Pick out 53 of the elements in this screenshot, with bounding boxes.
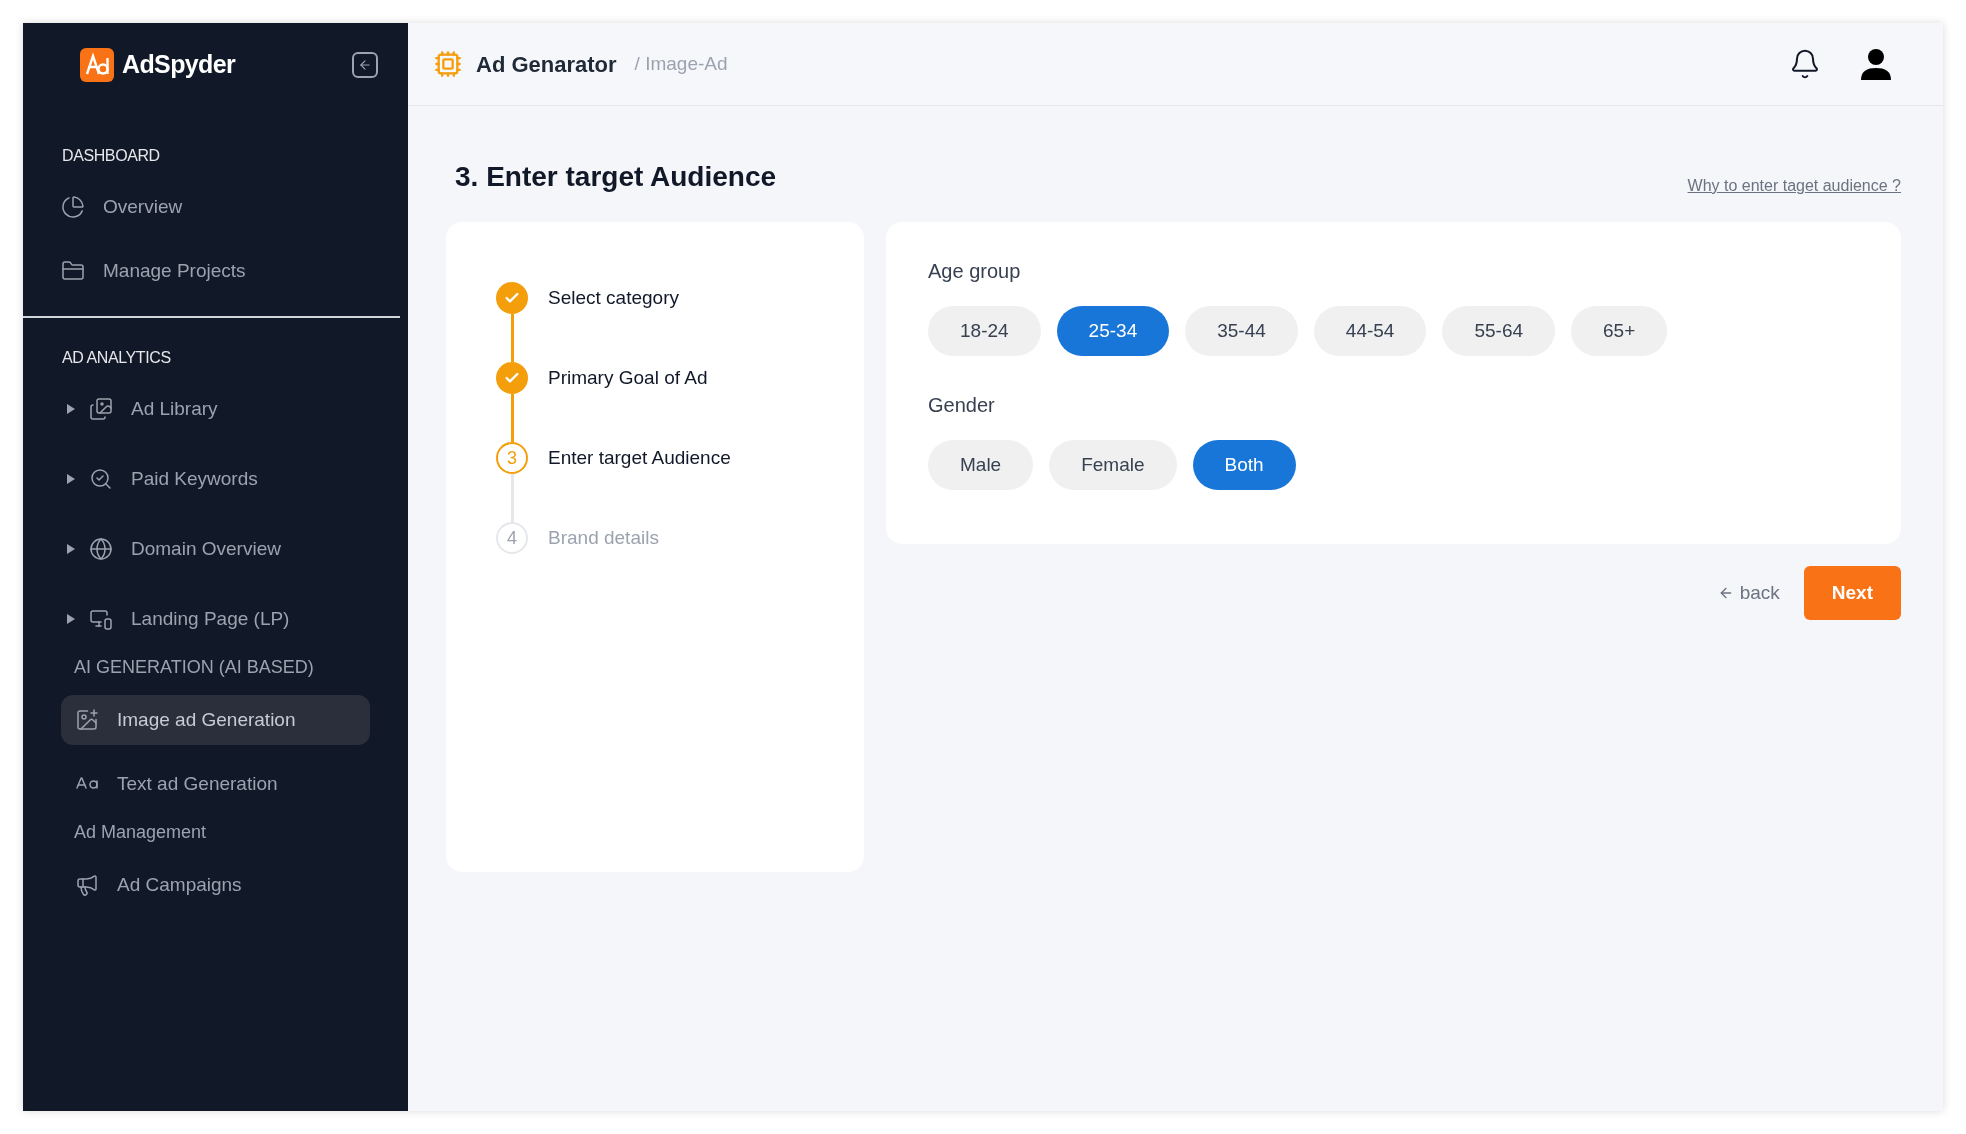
sidebar-item[interactable]: Paid Keywords bbox=[61, 454, 370, 504]
search-icon bbox=[89, 467, 113, 491]
option-pill[interactable]: Both bbox=[1192, 440, 1296, 490]
step-label: Brand details bbox=[548, 526, 659, 550]
sidebar-item[interactable]: Ad Library bbox=[61, 384, 370, 434]
globe-icon bbox=[89, 537, 113, 561]
notifications-icon[interactable] bbox=[1789, 48, 1821, 80]
option-pill[interactable]: 18-24 bbox=[928, 306, 1041, 356]
option-pill[interactable]: Female bbox=[1049, 440, 1177, 490]
breadcrumb: / Image-Ad bbox=[634, 51, 728, 76]
logo-icon bbox=[80, 47, 114, 82]
step-label: Select category bbox=[548, 286, 679, 310]
sidebar-item[interactable]: Manage Projects bbox=[61, 246, 362, 296]
option-pill[interactable]: Male bbox=[928, 440, 1034, 490]
pie-chart-icon bbox=[61, 195, 85, 219]
expand-caret-icon bbox=[67, 404, 75, 414]
folder-icon bbox=[61, 259, 85, 283]
images-icon bbox=[89, 397, 113, 421]
option-pill[interactable]: 55-64 bbox=[1442, 306, 1556, 356]
section-title: 3. Enter target Audience bbox=[455, 160, 777, 194]
section-heading: AD ANALYTICS bbox=[61, 348, 172, 368]
step-marker: 3 bbox=[496, 442, 528, 474]
section-heading: DASHBOARD bbox=[61, 146, 161, 166]
sidebar-item[interactable]: Image ad Generation bbox=[61, 695, 370, 745]
step-marker: 4 bbox=[496, 522, 528, 554]
sidebar-item[interactable]: Landing Page (LP) bbox=[61, 594, 370, 644]
option-pill[interactable]: 35-44 bbox=[1185, 306, 1298, 356]
expand-caret-icon bbox=[67, 614, 75, 624]
sidebar-item[interactable]: Domain Overview bbox=[61, 524, 370, 574]
user-avatar-icon[interactable] bbox=[1859, 47, 1893, 81]
megaphone-icon bbox=[75, 873, 99, 897]
back-button[interactable]: back bbox=[1717, 578, 1780, 608]
group-label: Gender bbox=[928, 393, 996, 418]
option-pill[interactable]: 25-34 bbox=[1056, 306, 1170, 356]
sidebar-item[interactable]: Ad Campaigns bbox=[61, 860, 370, 910]
option-pill[interactable]: 44-54 bbox=[1313, 306, 1427, 356]
group-label: Age group bbox=[928, 259, 1022, 284]
option-pill[interactable]: 65+ bbox=[1571, 306, 1668, 356]
image-icon bbox=[75, 708, 99, 732]
section-heading: Ad Management bbox=[73, 821, 208, 844]
step-label: Enter target Audience bbox=[548, 446, 731, 470]
devices-icon bbox=[89, 607, 113, 631]
brand-name: AdSpyder bbox=[122, 48, 236, 80]
sidebar-item[interactable]: Overview bbox=[61, 182, 362, 232]
help-link[interactable]: Why to enter taget audience ? bbox=[1687, 174, 1901, 198]
chip-icon bbox=[434, 50, 462, 78]
step-label: Primary Goal of Ad bbox=[548, 366, 708, 390]
collapse-sidebar-button[interactable] bbox=[352, 51, 378, 78]
sidebar-item[interactable]: Text ad Generation bbox=[61, 759, 370, 809]
expand-caret-icon bbox=[67, 474, 75, 484]
expand-caret-icon bbox=[67, 544, 75, 554]
page-heading: Ad Genarator bbox=[476, 50, 617, 79]
section-heading: AI GENERATION (AI BASED) bbox=[73, 656, 315, 679]
